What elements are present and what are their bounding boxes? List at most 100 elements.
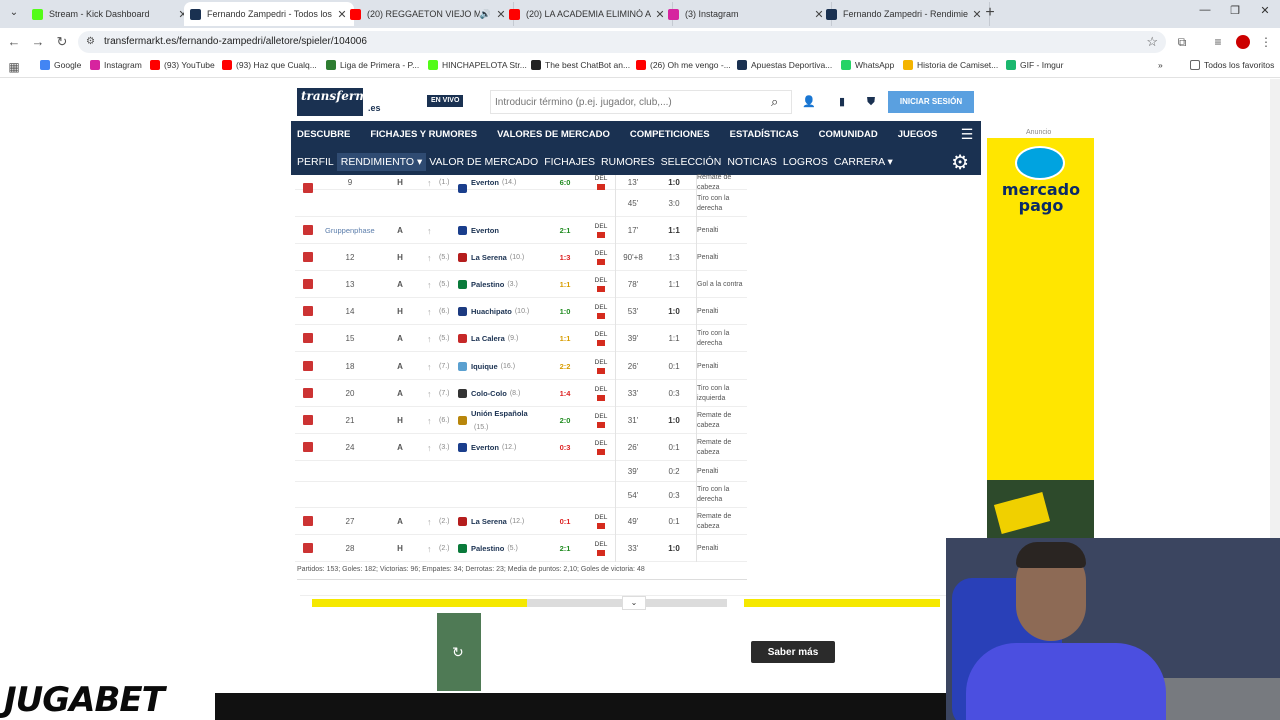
browser-tab[interactable]: (20) LA ACADEMIA ELIMINÓ A ✕ <box>503 2 673 26</box>
club-name[interactable]: Everton <box>471 226 499 235</box>
match-result[interactable]: 2:1 <box>557 217 573 244</box>
sub-nav-item[interactable]: LOGROS <box>780 156 831 168</box>
match-result[interactable]: 2:2 <box>557 353 573 380</box>
opponent-club[interactable]: Iquique (16.) <box>471 353 515 380</box>
competition-icon[interactable] <box>303 388 313 398</box>
match-result[interactable] <box>557 461 573 482</box>
match-result[interactable]: 1:0 <box>557 298 573 325</box>
bookmark-item[interactable]: HINCHAPELOTA Str... <box>428 60 527 70</box>
opponent-club[interactable]: Palestino (5.) <box>471 535 518 562</box>
opponent-club[interactable]: Colo-Colo (8.) <box>471 380 520 407</box>
opponent-club[interactable]: Huachipato (10.) <box>471 298 529 325</box>
watchlist-icon[interactable]: ▮ <box>835 95 849 109</box>
competition-icon[interactable] <box>303 415 313 425</box>
match-result[interactable]: 2:1 <box>557 535 573 562</box>
sub-nav-item[interactable]: VALOR DE MERCADO <box>426 156 541 168</box>
browser-tab[interactable]: (3) Instagram ✕ <box>662 2 832 26</box>
url-text[interactable]: transfermarkt.es/fernando-zampedri/allet… <box>104 36 367 47</box>
club-crest-icon[interactable] <box>458 544 467 553</box>
tab-audio-icon[interactable]: 🔊 <box>480 9 491 20</box>
club-name[interactable]: Colo-Colo <box>471 389 507 398</box>
bookmark-item[interactable]: WhatsApp <box>841 60 894 70</box>
club-crest-icon[interactable] <box>458 362 467 371</box>
competition-icon[interactable] <box>303 543 313 553</box>
bookmark-item[interactable]: (93) Haz que Cualq... <box>222 60 317 70</box>
close-window-icon[interactable]: ✕ <box>1250 4 1280 17</box>
club-name[interactable]: Everton <box>471 443 499 452</box>
tab-search-icon[interactable]: ⌄ <box>6 5 22 21</box>
club-crest-icon[interactable] <box>458 334 467 343</box>
main-nav-item[interactable]: FICHAJES Y RUMORES <box>364 129 483 140</box>
bookmark-item[interactable]: (26) Oh me vengo -... <box>636 60 731 70</box>
bookmark-item[interactable]: GIF - Imgur <box>1006 60 1063 70</box>
ad-cta-button[interactable]: Saber más <box>751 641 835 663</box>
club-name[interactable]: Palestino <box>471 280 504 289</box>
apps-grid-icon[interactable]: ▦ <box>6 59 22 75</box>
match-result[interactable]: 1:4 <box>557 380 573 407</box>
competition-icon[interactable] <box>303 333 313 343</box>
extensions-icon[interactable]: ⧉ <box>1174 34 1190 50</box>
bottom-ad-banner[interactable]: ⌄ ↻ Saber más <box>300 595 970 693</box>
competition-icon[interactable] <box>303 279 313 289</box>
settings-gear-icon[interactable]: ⚙ <box>951 150 969 175</box>
restore-icon[interactable]: ❐ <box>1220 4 1250 17</box>
match-result[interactable] <box>557 190 573 217</box>
main-nav-item[interactable]: ESTADÍSTICAS <box>724 129 805 140</box>
profile-avatar[interactable] <box>1236 35 1250 49</box>
club-name[interactable]: Palestino <box>471 544 504 553</box>
club-crest-icon[interactable] <box>458 253 467 262</box>
competition-icon[interactable] <box>303 306 313 316</box>
bookmark-item[interactable]: Liga de Primera - P... <box>326 60 419 70</box>
club-crest-icon[interactable] <box>458 517 467 526</box>
match-result[interactable]: 0:1 <box>557 508 573 535</box>
competition-icon[interactable] <box>303 442 313 452</box>
search-input[interactable] <box>495 94 755 110</box>
sub-nav-item[interactable]: RUMORES <box>598 156 658 168</box>
media-control-icon[interactable]: ≡ <box>1210 34 1226 50</box>
login-button[interactable]: INICIAR SESIÓN <box>888 91 974 113</box>
browser-tab[interactable]: (20) REGGAETON VIEJO MI 🔊 ✕ <box>344 2 514 26</box>
main-nav-item[interactable]: DESCUBRE <box>291 129 356 140</box>
opponent-club[interactable]: La Serena (12.) <box>471 508 524 535</box>
forward-icon[interactable]: → <box>30 34 46 50</box>
minimize-icon[interactable]: — <box>1190 4 1220 16</box>
club-name[interactable]: La Serena <box>471 253 507 262</box>
sub-nav-item[interactable]: SELECCIÓN <box>658 156 725 168</box>
main-nav-item[interactable]: COMUNIDAD <box>813 129 884 140</box>
club-name[interactable]: Iquique <box>471 362 498 371</box>
competition-icon[interactable] <box>303 361 313 371</box>
opponent-club[interactable]: Everton (12.) <box>471 434 516 461</box>
club-crest-icon[interactable] <box>458 389 467 398</box>
opponent-club[interactable]: La Serena (10.) <box>471 244 524 271</box>
match-result[interactable]: 1:3 <box>557 244 573 271</box>
main-nav-item[interactable]: VALORES DE MERCADO <box>491 129 616 140</box>
sub-nav-item[interactable]: RENDIMIENTO ▾ <box>336 152 427 171</box>
collapse-ad-chevron-icon[interactable]: ⌄ <box>622 596 646 610</box>
opponent-club[interactable]: Unión Española (15.) <box>471 407 531 434</box>
bookmark-item[interactable]: Google <box>40 60 81 70</box>
sub-nav-item[interactable]: NOTICIAS <box>724 156 780 168</box>
replay-icon[interactable]: ↻ <box>452 644 464 661</box>
match-result[interactable]: 2:0 <box>557 407 573 434</box>
bookmark-item[interactable]: Apuestas Deportiva... <box>737 60 832 70</box>
club-crest-icon[interactable] <box>458 307 467 316</box>
bookmark-item[interactable]: Historia de Camiset... <box>903 60 998 70</box>
back-icon[interactable]: ← <box>6 34 22 50</box>
site-tld[interactable]: .es <box>368 103 381 113</box>
sub-nav-item[interactable]: PERFIL <box>294 156 337 168</box>
match-result[interactable]: 1:1 <box>557 271 573 298</box>
club-crest-icon[interactable] <box>458 443 467 452</box>
menu-dots-icon[interactable]: ⋮ <box>1258 34 1274 50</box>
match-result[interactable]: 6:0 <box>557 175 573 190</box>
club-crest-icon[interactable] <box>458 226 467 235</box>
competition-icon[interactable] <box>303 252 313 262</box>
main-nav-item[interactable]: COMPETICIONES <box>624 129 716 140</box>
club-crest-icon[interactable] <box>458 416 467 425</box>
competition-icon[interactable] <box>303 516 313 526</box>
opponent-club[interactable]: La Calera (9.) <box>471 325 518 352</box>
more-bookmarks-icon[interactable]: » <box>1158 60 1163 70</box>
shield-icon[interactable]: ⛊ <box>864 95 878 109</box>
club-name[interactable]: Unión Española <box>471 409 528 418</box>
omnibox[interactable]: ⚙ transfermarkt.es/fernando-zampedri/all… <box>78 31 1166 53</box>
opponent-club[interactable]: Everton (14.) <box>471 175 516 190</box>
